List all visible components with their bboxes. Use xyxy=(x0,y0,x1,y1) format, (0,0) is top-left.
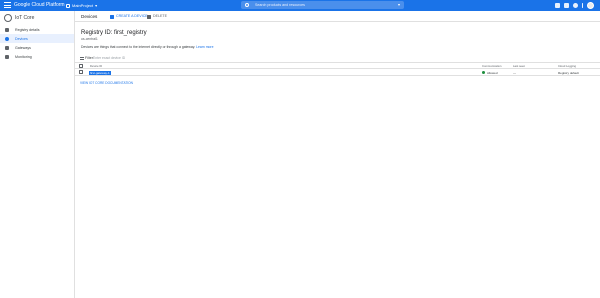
chevron-down-icon[interactable]: ▾ xyxy=(398,2,400,8)
sidebar-item-gateways[interactable]: Gateways xyxy=(0,43,74,52)
sidebar: IoT Core Registry details Devices Gatewa… xyxy=(0,11,75,298)
topbar-actions xyxy=(554,2,594,9)
search-bar[interactable]: Search products and resources ▾ xyxy=(241,1,404,9)
select-all-checkbox[interactable] xyxy=(79,63,83,68)
last-seen-value: — xyxy=(513,70,516,75)
help-icon[interactable] xyxy=(572,3,578,8)
filter-icon xyxy=(80,57,84,60)
row-checkbox[interactable] xyxy=(79,70,83,75)
details-icon xyxy=(5,27,9,32)
hamburger-menu-icon[interactable] xyxy=(4,2,11,9)
create-device-label: CREATE A DEVICE xyxy=(116,14,148,18)
column-last-seen[interactable]: Last seen xyxy=(513,64,525,68)
devices-icon xyxy=(5,36,9,41)
action-bar: Devices CREATE A DEVICE DELETE xyxy=(75,11,600,22)
sidebar-header: IoT Core xyxy=(0,11,74,25)
more-icon[interactable] xyxy=(581,3,583,8)
communication-value: Allowed xyxy=(487,70,498,75)
sidebar-item-label: Gateways xyxy=(15,45,31,50)
gateways-icon xyxy=(5,45,9,50)
learn-more-link[interactable]: Learn more xyxy=(196,45,213,49)
create-device-button[interactable]: CREATE A DEVICE xyxy=(110,13,148,20)
description-text: Devices are things that connect to the i… xyxy=(81,45,196,49)
sidebar-item-label: Devices xyxy=(15,36,28,41)
registry-title: Registry ID: first_registry xyxy=(81,30,147,36)
allowed-status-icon xyxy=(482,71,485,74)
delete-label: DELETE xyxy=(153,14,167,18)
search-input[interactable]: Search products and resources xyxy=(255,2,305,8)
column-communication[interactable]: Communication xyxy=(482,64,501,68)
page-title: Devices xyxy=(81,14,98,19)
avatar[interactable] xyxy=(587,2,594,9)
device-id-link[interactable]: first-gateway-1 xyxy=(89,70,111,75)
sidebar-item-devices[interactable]: Devices xyxy=(0,34,74,43)
apps-icon[interactable] xyxy=(554,3,560,8)
trash-icon xyxy=(147,14,151,19)
add-icon xyxy=(110,14,114,19)
monitoring-icon xyxy=(5,54,9,59)
view-documentation-link[interactable]: VIEW IOT CORE DOCUMENTATION xyxy=(80,81,133,86)
registry-region: us-central1 xyxy=(81,37,98,41)
delete-button[interactable]: DELETE xyxy=(147,13,167,20)
devices-description: Devices are things that connect to the i… xyxy=(81,45,213,50)
filter-input[interactable]: Enter exact device ID xyxy=(93,56,125,61)
iot-core-icon xyxy=(4,14,12,22)
column-cloud-logging[interactable]: Cloud Logging xyxy=(558,64,576,68)
sidebar-title: IoT Core xyxy=(15,15,35,21)
project-selector[interactable]: MainProject ▾ xyxy=(66,2,97,9)
search-icon xyxy=(245,2,249,7)
sidebar-item-label: Registry details xyxy=(15,27,40,32)
project-icon xyxy=(66,3,70,8)
table-row: first-gateway-1 Allowed — Registry defau… xyxy=(75,69,600,76)
top-app-bar: Google Cloud Platform MainProject ▾ Sear… xyxy=(0,0,600,11)
sidebar-item-registry-details[interactable]: Registry details xyxy=(0,25,74,34)
brand-title[interactable]: Google Cloud Platform xyxy=(14,2,65,9)
sidebar-item-monitoring[interactable]: Monitoring xyxy=(0,52,74,61)
filter-bar[interactable]: Filter Enter exact device ID xyxy=(75,54,600,63)
project-name: MainProject xyxy=(72,3,94,8)
cloud-logging-value: Registry default xyxy=(558,70,579,75)
sidebar-item-label: Monitoring xyxy=(15,54,32,59)
notifications-icon[interactable] xyxy=(563,3,569,8)
main-content: Registry ID: first_registry us-central1 … xyxy=(75,22,600,298)
chevron-down-icon: ▾ xyxy=(95,3,98,8)
filter-label: Filter xyxy=(85,56,93,60)
column-device-id[interactable]: Device ID xyxy=(90,64,102,68)
